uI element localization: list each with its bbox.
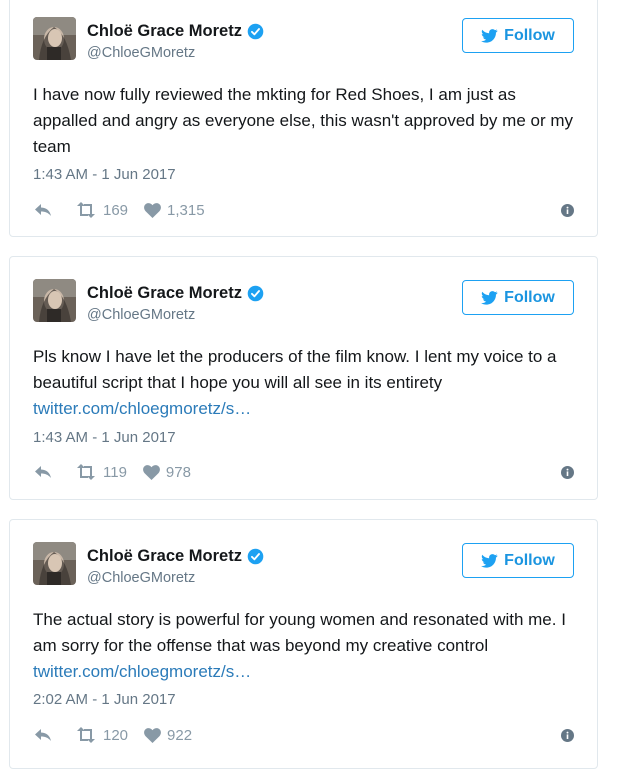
reply-button[interactable] [33,727,53,743]
display-name-text: Chloë Grace Moretz [87,22,242,40]
retweet-count: 120 [103,726,129,744]
retweet-button[interactable]: 119 [75,464,127,481]
like-count: 1,315 [167,201,205,219]
retweet-button[interactable]: 120 [75,727,128,744]
user-handle[interactable]: @ChloeGMoretz [87,570,195,586]
retweet-icon [77,464,95,480]
verified-badge-icon [247,548,264,565]
timestamp[interactable]: 1:43 AM - 1 Jun 2017 [33,166,176,183]
tweet-text: The actual story is powerful for young w… [33,607,583,685]
tweet-card-1: Chloë Grace Moretz @ChloeGMoretz Follow … [9,0,598,237]
tweet-text-body: Pls know I have let the producers of the… [33,347,557,392]
like-count: 922 [167,726,193,744]
tweet-actions: 169 1,315 [33,200,574,220]
retweet-count: 169 [103,201,129,219]
display-name[interactable]: Chloë Grace Moretz [87,22,264,41]
like-count: 978 [165,463,191,481]
verified-badge-icon [247,23,264,40]
reply-button[interactable] [33,202,53,218]
user-handle[interactable]: @ChloeGMoretz [87,307,195,323]
avatar[interactable] [33,279,76,322]
twitter-bird-icon [481,290,498,305]
reply-icon [35,204,51,216]
heart-icon [144,727,161,743]
like-button[interactable]: 922 [144,727,192,744]
tweet-link[interactable]: twitter.com/chloegmoretz/s… [33,399,251,418]
retweet-icon [77,202,95,218]
display-name[interactable]: Chloë Grace Moretz [87,284,264,303]
follow-label: Follow [504,551,555,569]
like-button[interactable]: 1,315 [144,202,205,219]
reply-icon [35,466,51,478]
avatar[interactable] [33,17,76,60]
twitter-bird-icon [481,28,498,43]
follow-button[interactable]: Follow [462,543,574,578]
tweet-card-2: Chloë Grace Moretz @ChloeGMoretz Follow … [9,256,598,500]
tweet-card-3: Chloë Grace Moretz @ChloeGMoretz Follow … [9,519,598,769]
tweet-actions: 120 922 [33,725,574,745]
display-name[interactable]: Chloë Grace Moretz [87,547,264,566]
tweet-text-body: I have now fully reviewed the mkting for… [33,85,573,156]
info-icon[interactable] [561,465,574,479]
follow-label: Follow [504,288,555,306]
tweet-text: Pls know I have let the producers of the… [33,344,583,422]
like-button[interactable]: 978 [143,464,191,481]
display-name-text: Chloë Grace Moretz [87,284,242,302]
reply-button[interactable] [33,464,53,480]
tweet-link[interactable]: twitter.com/chloegmoretz/s… [33,662,251,681]
avatar[interactable] [33,542,76,585]
tweet-text: I have now fully reviewed the mkting for… [33,82,583,160]
follow-button[interactable]: Follow [462,280,574,315]
heart-icon [144,202,161,218]
reply-icon [35,729,51,741]
follow-button[interactable]: Follow [462,18,574,53]
heart-icon [143,464,160,480]
info-icon[interactable] [561,203,574,217]
retweet-count: 119 [103,463,127,481]
display-name-text: Chloë Grace Moretz [87,547,242,565]
retweet-icon [77,727,95,743]
tweet-actions: 119 978 [33,462,574,482]
user-handle[interactable]: @ChloeGMoretz [87,45,195,61]
timestamp[interactable]: 1:43 AM - 1 Jun 2017 [33,429,176,446]
info-icon[interactable] [561,728,574,742]
twitter-bird-icon [481,553,498,568]
timestamp[interactable]: 2:02 AM - 1 Jun 2017 [33,691,176,708]
verified-badge-icon [247,285,264,302]
follow-label: Follow [504,26,555,44]
tweet-text-body: The actual story is powerful for young w… [33,610,566,655]
retweet-button[interactable]: 169 [75,202,128,219]
